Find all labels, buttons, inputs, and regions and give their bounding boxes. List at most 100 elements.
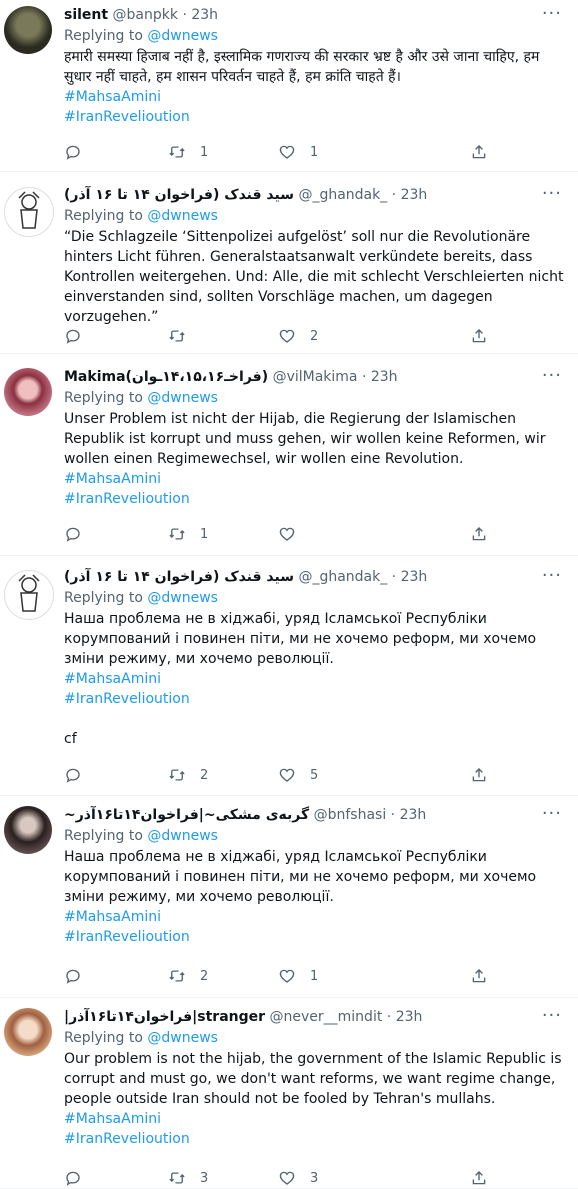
avatar[interactable] (4, 6, 52, 54)
display-name[interactable]: ~گربه‌ی مشکی~|فراخوان۱۴تا۱۶آذر (64, 807, 309, 823)
tweet[interactable]: (فراخوان ۱۴ تا ۱۶ آذر) سید قندک @_ghanda… (0, 556, 578, 796)
user-handle[interactable]: @vilMakima (273, 369, 358, 385)
reply-button[interactable] (64, 327, 96, 345)
timestamp[interactable]: 23h (401, 569, 428, 585)
hashtag-link[interactable]: #IranRevelioution (64, 689, 566, 709)
avatar[interactable] (4, 187, 54, 237)
like-button[interactable] (278, 525, 310, 543)
retweet-icon (168, 766, 186, 784)
user-handle[interactable]: @bnfshasi (314, 807, 387, 823)
hashtag-link[interactable]: #IranRevelioution (64, 927, 566, 947)
likes-count: 2 (310, 328, 319, 344)
replying-label: Replying to (64, 390, 143, 406)
hashtag-link[interactable]: #MahsaAmini (64, 907, 566, 927)
like-button[interactable]: 3 (278, 1169, 318, 1187)
hashtag-link[interactable]: #MahsaAmini (64, 669, 566, 689)
tweet[interactable]: ~گربه‌ی مشکی~|فراخوان۱۴تا۱۶آذر @bnfshasi… (0, 796, 578, 998)
hashtag-link[interactable]: #MahsaAmini (64, 87, 566, 107)
retweet-icon (168, 967, 186, 985)
mention-link[interactable]: @dwnews (147, 590, 218, 606)
avatar[interactable] (4, 806, 52, 854)
share-button[interactable] (470, 143, 488, 161)
tweet-content: |فراخوان۱۴تا۱۶آذر|stranger @never__mindi… (64, 1006, 566, 1149)
heart-icon (278, 967, 296, 985)
like-button[interactable]: 1 (278, 967, 318, 985)
hashtag-link[interactable]: #MahsaAmini (64, 469, 566, 489)
heart-icon (278, 766, 296, 784)
hashtag-link[interactable]: #MahsaAmini (64, 1109, 566, 1129)
reply-button[interactable] (64, 525, 96, 543)
retweet-button[interactable]: 3 (168, 1169, 208, 1187)
share-button[interactable] (470, 525, 488, 543)
reply-button[interactable] (64, 967, 96, 985)
mention-link[interactable]: @dwnews (147, 1030, 218, 1046)
like-button[interactable]: 2 (278, 327, 318, 345)
share-icon (470, 967, 488, 985)
more-icon[interactable]: ··· (542, 184, 562, 203)
display-name[interactable]: |فراخوان۱۴تا۱۶آذر|stranger (64, 1009, 265, 1025)
avatar[interactable] (4, 1008, 52, 1056)
timestamp[interactable]: 23h (401, 187, 428, 203)
tweet[interactable]: silent @banpkk · 23h ··· Replying to @dwne… (0, 0, 578, 172)
share-icon (470, 327, 488, 345)
share-button[interactable] (470, 766, 488, 784)
display-name[interactable]: (فراخوان ۱۴ تا ۱۶ آذر) سید قندک (64, 187, 294, 203)
more-icon[interactable]: ··· (542, 804, 562, 823)
user-handle[interactable]: @_ghandak_ (298, 187, 387, 203)
reply-button[interactable] (64, 143, 96, 161)
more-icon[interactable]: ··· (542, 566, 562, 585)
replying-to: Replying to @dwnews (64, 207, 566, 226)
tweet[interactable]: |فراخوان۱۴تا۱۶آذر|stranger @never__mindi… (0, 998, 578, 1189)
retweet-icon (168, 525, 186, 543)
timeline: silent @banpkk · 23h ··· Replying to @dwne… (0, 0, 578, 1189)
retweet-button[interactable]: 1 (168, 143, 208, 161)
hashtag-link[interactable]: #IranRevelioution (64, 107, 566, 127)
share-icon (470, 143, 488, 161)
tweet[interactable]: Makima(فراخـ۱۴،۱۵،۱۶ـوان) @vilMakima · 2… (0, 354, 578, 556)
hashtag-link[interactable]: #IranRevelioution (64, 489, 566, 509)
retweet-button[interactable]: 2 (168, 967, 208, 985)
more-icon[interactable]: ··· (542, 1006, 562, 1025)
share-button[interactable] (470, 327, 488, 345)
tweet-text: Our problem is not the hijab, the govern… (64, 1051, 562, 1107)
tweet-text: Unser Problem ist nicht der Hijab, die R… (64, 411, 546, 467)
timestamp[interactable]: 23h (396, 1009, 423, 1025)
share-button[interactable] (470, 967, 488, 985)
tweet-header: (فراخوان ۱۴ تا ۱۶ آذر) سید قندک @_ghanda… (64, 566, 566, 588)
tweet-text: हमारी समस्या हिजाब नहीं है, इस्लामिक गणर… (64, 49, 540, 85)
timestamp[interactable]: 23h (400, 807, 427, 823)
retweet-button[interactable] (168, 327, 200, 345)
heart-icon (278, 143, 296, 161)
reply-button[interactable] (64, 766, 96, 784)
tweet-content: ~گربه‌ی مشکی~|فراخوان۱۴تا۱۶آذر @bnfshasi… (64, 804, 566, 947)
more-icon[interactable]: ··· (542, 4, 562, 23)
share-button[interactable] (470, 1169, 488, 1187)
heart-icon (278, 525, 296, 543)
tweet-content: silent @banpkk · 23h ··· Replying to @dwne… (64, 4, 566, 127)
user-handle[interactable]: @never__mindit (270, 1009, 383, 1025)
heart-icon (278, 1169, 296, 1187)
display-name[interactable]: Makima(فراخـ۱۴،۱۵،۱۶ـوان) (64, 369, 268, 385)
user-handle[interactable]: @_ghandak_ (298, 569, 387, 585)
like-button[interactable]: 1 (278, 143, 318, 161)
retweet-button[interactable]: 1 (168, 525, 208, 543)
hashtag-link[interactable]: #IranRevelioution (64, 1129, 566, 1149)
likes-count: 1 (310, 144, 319, 160)
display-name[interactable]: (فراخوان ۱۴ تا ۱۶ آذر) سید قندک (64, 569, 294, 585)
like-button[interactable]: 5 (278, 766, 318, 784)
mention-link[interactable]: @dwnews (147, 28, 218, 44)
tweet[interactable]: (فراخوان ۱۴ تا ۱۶ آذر) سید قندک @_ghanda… (0, 172, 578, 354)
mention-link[interactable]: @dwnews (147, 828, 218, 844)
more-icon[interactable]: ··· (542, 366, 562, 385)
avatar[interactable] (4, 570, 54, 620)
mention-link[interactable]: @dwnews (147, 208, 218, 224)
mention-link[interactable]: @dwnews (147, 390, 218, 406)
timestamp[interactable]: 23h (371, 369, 398, 385)
reply-icon (64, 143, 82, 161)
reply-button[interactable] (64, 1169, 96, 1187)
display-name[interactable]: silent (64, 7, 108, 23)
avatar[interactable] (4, 368, 52, 416)
user-handle[interactable]: @banpkk (113, 7, 178, 23)
timestamp[interactable]: 23h (191, 7, 218, 23)
retweet-button[interactable]: 2 (168, 766, 208, 784)
